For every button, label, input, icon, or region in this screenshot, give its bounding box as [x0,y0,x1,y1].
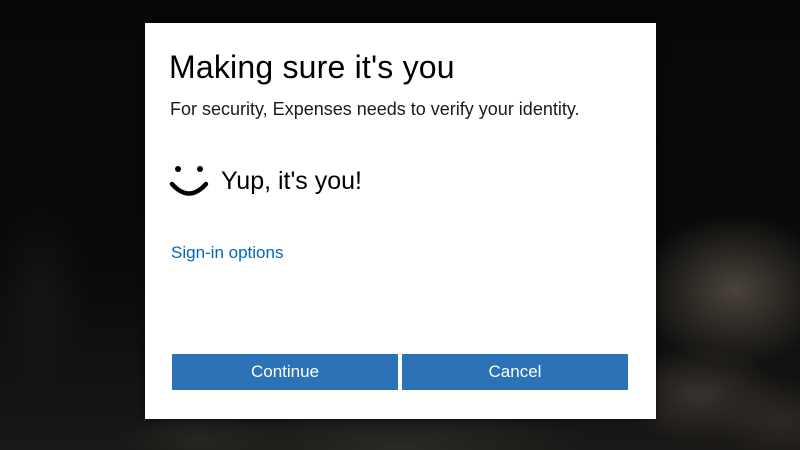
status-text: Yup, it's you! [221,166,362,195]
continue-button[interactable]: Continue [172,354,398,390]
dialog-subtitle: For security, Expenses needs to verify y… [170,99,580,119]
sign-in-options-link[interactable]: Sign-in options [171,243,283,263]
verify-identity-dialog: Making sure it's you For security, Expen… [145,23,656,419]
smile-icon [169,166,209,196]
dialog-title: Making sure it's you [169,49,455,85]
recognition-status: Yup, it's you! [169,159,362,203]
cancel-button[interactable]: Cancel [402,354,628,390]
